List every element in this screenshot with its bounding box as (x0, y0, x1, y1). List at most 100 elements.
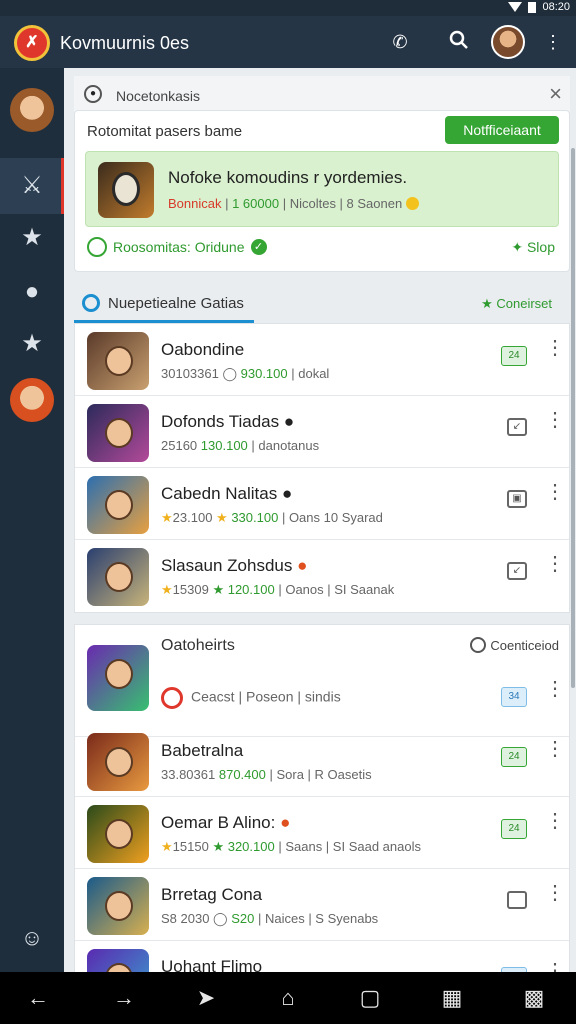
game-name: Oabondine (161, 340, 245, 359)
back-icon[interactable]: ← (24, 984, 52, 1012)
notice-title: Nocetonkasis (116, 88, 201, 104)
compass-icon (82, 294, 100, 312)
image-icon[interactable]: ▣ (507, 490, 527, 508)
game-thumbnail (87, 476, 149, 534)
home-icon[interactable]: ⌂ (274, 984, 302, 1012)
promo-meta: Bonnicak | 1 60000 | Nicoltes | 8 Saonen (168, 196, 419, 211)
game-name: Babetralna (161, 741, 244, 760)
app-bar: ✗ Kovmuurnis 0es ✆ ⋮ (0, 16, 576, 68)
more-vertical-icon[interactable]: ⋮ (545, 739, 565, 759)
game-list-popular: Oabondine 30103361 ◯ 930.100 | dokal 24 … (74, 323, 570, 613)
game-name: Dofonds Tiadas ● (161, 412, 295, 431)
rail-emoji-icon[interactable]: ☺ (14, 920, 50, 956)
tabs-icon[interactable]: ▢ (356, 984, 384, 1012)
game-thumbnail (87, 733, 149, 791)
notice-card: Rotomitat pasers bame Notfficeiaant Nofo… (74, 110, 570, 272)
section-action-link[interactable]: Coenticeiod (470, 637, 559, 653)
promo-banner[interactable]: Nofoke komoudins r yordemies. Bonnicak |… (85, 151, 559, 227)
list-item[interactable]: Cabedn Nalitas ● ★23.100 ★ 330.100 | Oan… (75, 468, 569, 540)
more-vertical-icon[interactable]: ⋮ (545, 482, 565, 502)
game-meta: ★15309 ★ 120.100 | Oanos | SI Saanak (161, 582, 395, 597)
notice-footer-status[interactable]: Roosomitas: Oridune ✓ (87, 237, 267, 257)
check-icon: ✓ (250, 239, 267, 255)
checkbox-icon[interactable] (507, 891, 527, 909)
promo-title: Nofoke komoudins r yordemies. (168, 168, 408, 187)
game-thumbnail (87, 645, 149, 711)
install-badge[interactable]: 24 (501, 819, 527, 839)
game-meta: 30103361 ◯ 930.100 | dokal (161, 366, 330, 381)
stop-link[interactable]: ✦ Slop (511, 239, 555, 256)
more-vertical-icon[interactable]: ⋮ (545, 811, 565, 831)
rail-favorite-icon[interactable]: ★ (14, 326, 50, 362)
list-item[interactable]: Dofonds Tiadas ● 25160 130.100 | danotan… (75, 396, 569, 468)
promo-game-image (98, 162, 154, 218)
list-item[interactable]: Uohant Flimo ⋮ (75, 941, 569, 972)
game-thumbnail (87, 404, 149, 462)
more-vertical-icon[interactable]: ⋮ (545, 679, 565, 699)
list-item[interactable]: Brretag Cona S8 2030 ◯ S20 | Naices | S … (75, 869, 569, 941)
section-title: Nuepetiealne Gatias (108, 294, 244, 312)
download-icon[interactable]: ↙ (507, 418, 527, 436)
more-vertical-icon[interactable]: ⋮ (545, 410, 565, 430)
install-badge[interactable]: 24 (501, 346, 527, 366)
settings-icon[interactable]: ▩ (520, 984, 548, 1012)
list-item[interactable]: Babetralna 33.80361 870.400 | Sora | R O… (75, 725, 569, 797)
search-icon[interactable] (447, 30, 471, 54)
main-content: ● Nocetonkasis × Rotomitat pasers bame N… (64, 68, 576, 972)
game-name: Oemar B Alino: ● (161, 813, 291, 832)
game-name: Brretag Cona (161, 885, 263, 904)
phone-icon[interactable]: ✆ (388, 30, 412, 54)
game-meta: S8 2030 ◯ S20 | Naices | S Syenabs (161, 911, 379, 926)
game-meta: 33.80361 870.400 | Sora | R Oasetis (161, 767, 372, 782)
more-vertical-icon[interactable]: ⋮ (545, 554, 565, 574)
download-icon[interactable]: ↙ (507, 562, 527, 580)
game-name: Uohant Flimo (161, 957, 263, 972)
clock-icon (470, 637, 487, 653)
system-nav-bar: ← → ➤ ⌂ ▢ ▦ ▩ (0, 972, 576, 1024)
rail-chat-icon[interactable]: ● (14, 274, 50, 310)
coin-icon (405, 197, 419, 210)
rail-star-icon[interactable]: ★ (14, 220, 50, 256)
status-time: 08:20 (542, 1, 570, 13)
game-name: Slasaun Zohsdus ● (161, 556, 308, 575)
section-action-link[interactable]: ★ Coneirset (481, 296, 552, 312)
rail-avatar-profile[interactable] (10, 88, 54, 132)
game-thumbnail (87, 805, 149, 863)
section-header-popular: Nuepetiealne Gatias ★ Coneirset (74, 282, 570, 323)
app-title: Kovmuurnis 0es (60, 33, 190, 53)
list-item[interactable]: Oabondine 30103361 ◯ 930.100 | dokal 24 … (75, 324, 569, 396)
game-list-other: Oatoheirts Coenticeiod Ceacst | Poseon |… (74, 624, 570, 972)
more-vertical-icon[interactable]: ⋮ (545, 883, 565, 903)
badge-icon (161, 687, 183, 709)
notification-button[interactable]: Notfficeiaant (445, 116, 559, 144)
avatar[interactable] (491, 25, 525, 59)
scrollbar[interactable] (571, 148, 575, 688)
game-thumbnail (87, 877, 149, 935)
share-icon[interactable]: ➤ (192, 984, 220, 1012)
install-badge[interactable]: 34 (501, 687, 527, 707)
game-meta: Ceacst | Poseon | sindis (161, 687, 341, 709)
status-bar: 08:20 (0, 0, 576, 16)
rail-game-icon[interactable]: ⚔ (14, 168, 50, 204)
notice-subtitle: Rotomitat pasers bame (87, 123, 243, 140)
rail-avatar-friend[interactable] (10, 378, 54, 422)
gallery-icon[interactable]: ▦ (438, 984, 466, 1012)
more-vertical-icon[interactable]: ⋮ (545, 338, 565, 358)
progress-ring-icon (87, 237, 107, 257)
game-thumbnail (87, 949, 149, 972)
list-item[interactable]: Oemar B Alino: ● ★15150 ★ 320.100 | Saan… (75, 797, 569, 869)
battery-icon (528, 1, 537, 13)
side-rail: ⚔ ★ ● ★ ☺ (0, 68, 64, 972)
promo-reward: 1 60000 (232, 196, 280, 211)
notice-header: ● Nocetonkasis × (74, 76, 570, 114)
install-badge[interactable]: 24 (501, 747, 527, 767)
game-name: Cabedn Nalitas ● (161, 484, 293, 503)
game-meta: 25160 130.100 | danotanus (161, 438, 320, 453)
game-thumbnail (87, 548, 149, 606)
more-vertical-icon[interactable]: ⋮ (541, 30, 565, 54)
list-item[interactable]: Slasaun Zohsdus ● ★15309 ★ 120.100 | Oan… (75, 540, 569, 612)
close-icon[interactable]: × (549, 81, 562, 107)
game-thumbnail (87, 332, 149, 390)
forward-icon[interactable]: → (110, 984, 138, 1012)
app-logo-icon[interactable]: ✗ (14, 25, 50, 61)
